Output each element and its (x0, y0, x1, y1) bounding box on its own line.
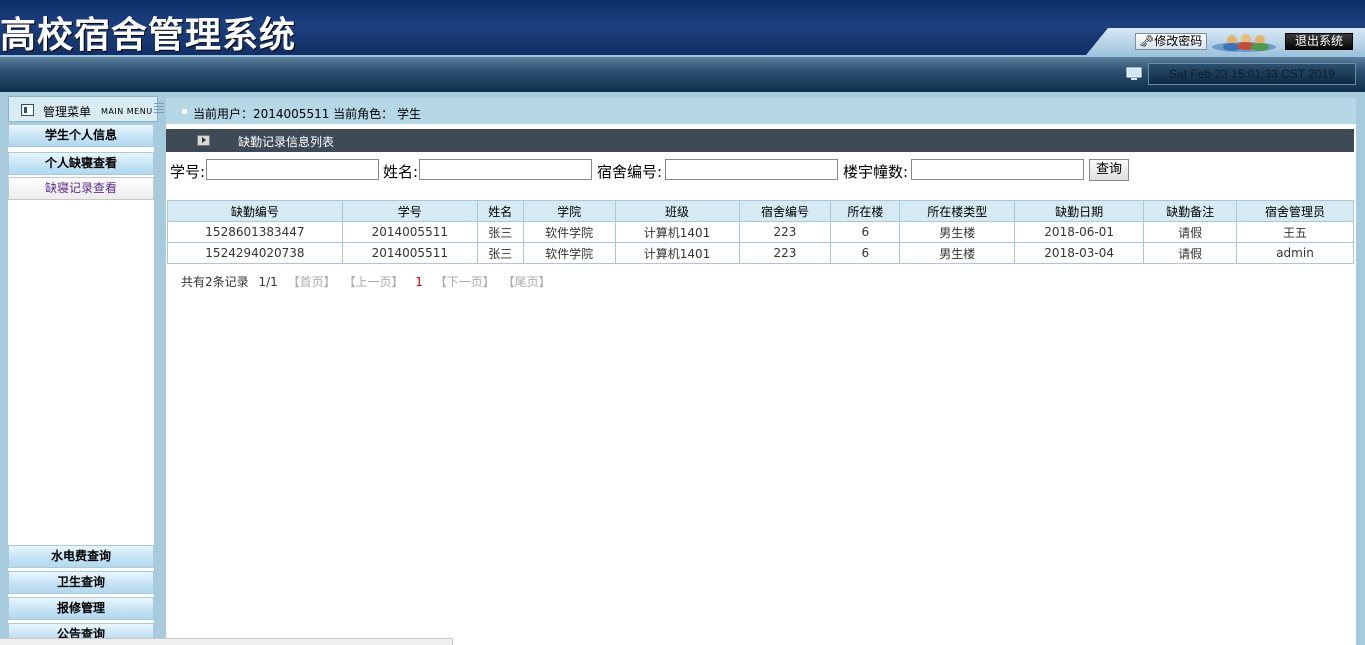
pager-next-link[interactable]: 【下一页】 (435, 275, 495, 289)
pager-last-link[interactable]: 【尾页】 (503, 275, 551, 289)
menu-collapse-icon[interactable] (154, 103, 164, 113)
monitor-icon (1126, 67, 1142, 80)
menu-header: 管理菜单 MAIN MENU (8, 96, 158, 122)
play-icon (197, 135, 210, 146)
table-cell: 2018-06-01 (1014, 221, 1145, 243)
col-header: 缺勤编号 (167, 200, 343, 222)
name-input[interactable] (419, 159, 592, 180)
table-cell: 男生楼 (899, 221, 1016, 243)
sidebar-item-student-info[interactable]: 学生个人信息 (8, 124, 154, 147)
student-no-label: 学号: (170, 163, 206, 181)
current-user-info: 当前用户：2014005511 当前角色： 学生 (193, 107, 421, 121)
change-password-label: 修改密码 (1154, 34, 1203, 48)
table-row: 1524294020738 2014005511 张三 软件学院 计算机1401… (167, 242, 1354, 264)
menu-icon (21, 104, 34, 116)
table-cell: 张三 (476, 242, 524, 264)
sidebar-item-utility-bills[interactable]: 水电费查询 (8, 545, 154, 568)
student-no-input[interactable] (206, 159, 379, 180)
table-cell: 1524294020738 (167, 242, 343, 264)
table-row: 1528601383447 2014005511 张三 软件学院 计算机1401… (167, 221, 1354, 243)
datetime-display: Sat Feb 23 15:01:33 CST 2019 (1148, 63, 1356, 85)
sidebar: 学生个人信息 个人缺寝查看 缺寝记录查看 水电费查询 卫生查询 报修管理 公告查… (8, 124, 154, 645)
table-cell: 计算机1401 (614, 221, 740, 243)
dorm-no-input[interactable] (665, 159, 838, 180)
col-header: 缺勤备注 (1143, 200, 1238, 222)
pager-current-page: 1 (415, 275, 423, 289)
col-header: 学院 (522, 200, 616, 222)
col-header: 宿舍编号 (738, 200, 832, 222)
table-cell: 2018-03-04 (1014, 242, 1145, 264)
building-label: 楼宇幢数: (843, 163, 909, 181)
table-cell: 计算机1401 (614, 242, 740, 264)
table-cell: 2014005511 (341, 221, 478, 243)
browser-status-bar (0, 638, 453, 645)
list-title: 缺勤记录信息列表 (238, 135, 335, 149)
system-title: 高校宿舍管理系统 (0, 15, 297, 56)
table-cell: 223 (738, 242, 832, 264)
pager-prev-link[interactable]: 【上一页】 (343, 275, 403, 289)
table-cell: 请假 (1143, 242, 1238, 264)
pagination: 共有2条记录 1/1 【首页】 【上一页】 1 【下一页】 【尾页】 (181, 273, 555, 290)
change-password-button[interactable]: 🗝修改密码 (1135, 33, 1208, 50)
table-cell: admin (1236, 242, 1354, 264)
pager-first-link[interactable]: 【首页】 (288, 275, 336, 289)
dorm-no-label: 宿舍编号: (597, 163, 663, 181)
table-cell: 6 (830, 221, 901, 243)
sidebar-item-personal-absence[interactable]: 个人缺寝查看 (8, 152, 154, 175)
menu-subtitle: MAIN MENU (101, 107, 153, 116)
absence-table: 缺勤编号 学号 姓名 学院 班级 宿舍编号 所在楼 所在楼类型 缺勤日期 缺勤备… (167, 200, 1354, 264)
table-header-row: 缺勤编号 学号 姓名 学院 班级 宿舍编号 所在楼 所在楼类型 缺勤日期 缺勤备… (167, 200, 1354, 222)
sidebar-item-hygiene[interactable]: 卫生查询 (8, 571, 154, 594)
col-header: 姓名 (476, 200, 524, 222)
users-icon (1212, 34, 1276, 52)
main-content: 缺勤记录信息列表 学号: 姓名: 宿舍编号: 楼宇幢数: 查询 缺勤编号 学号 … (166, 124, 1356, 645)
table-cell: 男生楼 (899, 242, 1016, 264)
col-header: 宿舍管理员 (1236, 200, 1354, 222)
col-header: 所在楼类型 (899, 200, 1016, 222)
menu-title: 管理菜单 (43, 105, 92, 119)
col-header: 班级 (614, 200, 740, 222)
col-header: 学号 (341, 200, 478, 222)
table-cell: 软件学院 (522, 242, 616, 264)
table-cell: 6 (830, 242, 901, 264)
pager-total: 共有2条记录 (181, 275, 249, 289)
current-user-bar: 当前用户：2014005511 当前角色： 学生 (166, 98, 1356, 124)
building-input[interactable] (911, 159, 1084, 180)
query-button[interactable]: 查询 (1089, 159, 1129, 181)
table-cell: 223 (738, 221, 832, 243)
col-header: 缺勤日期 (1014, 200, 1145, 222)
table-cell: 请假 (1143, 221, 1238, 243)
pager-pages: 1/1 (258, 275, 278, 289)
key-icon: 🗝 (1139, 34, 1155, 48)
bullet-icon (182, 109, 187, 114)
table-cell: 张三 (476, 221, 524, 243)
table-cell: 1528601383447 (167, 221, 343, 243)
sidebar-subitem-absence-records[interactable]: 缺寝记录查看 (8, 177, 154, 200)
logout-button[interactable]: 退出系统 (1285, 33, 1353, 50)
name-label: 姓名: (383, 163, 419, 181)
list-header: 缺勤记录信息列表 (166, 129, 1354, 152)
table-cell: 2014005511 (341, 242, 478, 264)
sidebar-item-repairs[interactable]: 报修管理 (8, 597, 154, 620)
table-cell: 王五 (1236, 221, 1354, 243)
table-cell: 软件学院 (522, 221, 616, 243)
col-header: 所在楼 (830, 200, 901, 222)
